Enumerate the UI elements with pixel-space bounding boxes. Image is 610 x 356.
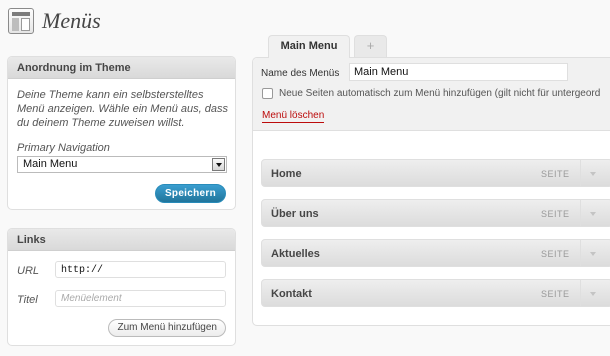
chevron-down-icon[interactable]: [580, 240, 610, 266]
menu-item-type: SEITE: [541, 249, 570, 259]
url-label: URL: [17, 265, 40, 277]
theme-locations-box: Anordnung im Theme Deine Theme kann ein …: [7, 56, 236, 210]
chevron-down-icon[interactable]: [580, 160, 610, 186]
menu-name-input[interactable]: Main Menu: [349, 63, 568, 81]
delete-menu-link[interactable]: Menü löschen: [262, 110, 325, 123]
page-title: Menüs: [42, 8, 101, 33]
tab-add-menu[interactable]: +: [354, 35, 387, 57]
menu-item[interactable]: Aktuelles SEITE: [261, 239, 610, 267]
chevron-down-icon[interactable]: [580, 200, 610, 226]
menu-item-type: SEITE: [541, 289, 570, 299]
title-input[interactable]: Menüelement: [55, 290, 226, 307]
menu-item-title: Kontakt: [271, 288, 312, 300]
title-placeholder: Menüelement: [61, 293, 122, 304]
page-header: Menüs: [8, 6, 101, 36]
chevron-down-icon[interactable]: [580, 280, 610, 306]
theme-locations-description: Deine Theme kann ein selbsterstelltes Me…: [17, 89, 228, 129]
auto-add-checkbox[interactable]: [262, 88, 273, 99]
menu-editor-header: Name des Menüs Main Menu Neue Seiten aut…: [253, 58, 610, 131]
primary-navigation-select[interactable]: Main Menu: [17, 156, 227, 173]
menu-item-title: Home: [271, 168, 302, 180]
primary-navigation-selected-value: Main Menu: [23, 158, 78, 170]
tab-main-menu[interactable]: Main Menu: [268, 35, 350, 58]
url-value: http://: [61, 265, 104, 276]
theme-locations-heading: Anordnung im Theme: [8, 57, 235, 79]
url-input[interactable]: http://: [55, 261, 226, 278]
menu-item-type: SEITE: [541, 209, 570, 219]
menu-item-title: Aktuelles: [271, 248, 320, 260]
title-label: Titel: [17, 294, 38, 306]
links-heading: Links: [8, 229, 235, 251]
links-box: Links URL http:// Titel Menüelement Zum …: [7, 228, 236, 346]
menu-item-title: Über uns: [271, 208, 319, 220]
menu-item[interactable]: Home SEITE: [261, 159, 610, 187]
menus-icon: [8, 8, 34, 34]
menu-item[interactable]: Über uns SEITE: [261, 199, 610, 227]
auto-add-label: Neue Seiten automatisch zum Menü hinzufü…: [279, 88, 601, 99]
chevron-down-icon[interactable]: [212, 158, 225, 171]
primary-navigation-label: Primary Navigation: [17, 142, 110, 154]
menu-name-label: Name des Menüs: [261, 68, 340, 79]
save-button[interactable]: Speichern: [154, 184, 226, 203]
menu-editor: Name des Menüs Main Menu Neue Seiten aut…: [252, 57, 610, 326]
menu-item[interactable]: Kontakt SEITE: [261, 279, 610, 307]
add-to-menu-button[interactable]: Zum Menü hinzufügen: [108, 319, 226, 337]
menu-item-type: SEITE: [541, 169, 570, 179]
